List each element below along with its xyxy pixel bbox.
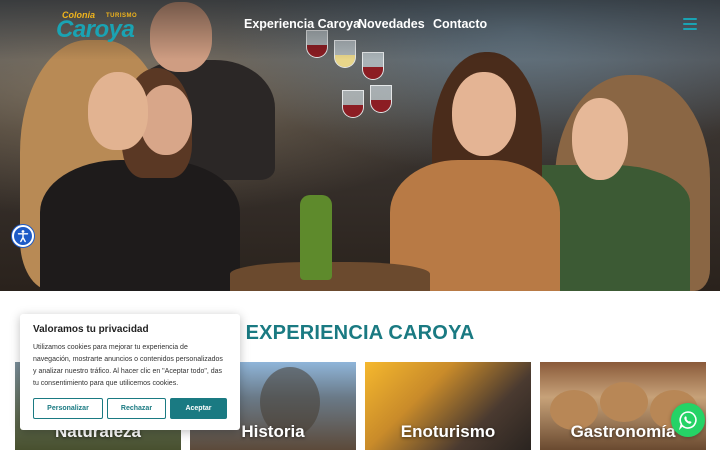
cookie-banner: Valoramos tu privacidad Utilizamos cooki… (20, 314, 240, 430)
whatsapp-icon[interactable] (671, 403, 705, 437)
cookie-buttons: Personalizar Rechazar Aceptar (33, 398, 227, 419)
bread-shape (600, 382, 648, 422)
card-label: Enoturismo (400, 422, 496, 441)
nav-contacto[interactable]: Contacto (433, 17, 487, 31)
main-nav: Experiencia Caroya Novedades Contacto (0, 17, 720, 33)
section-title: EXPERIENCIA CAROYA (245, 322, 475, 344)
nav-novedades[interactable]: Novedades (358, 17, 425, 31)
person-figure (140, 85, 192, 155)
reject-button[interactable]: Rechazar (107, 398, 166, 419)
person-figure (572, 98, 628, 180)
accessibility-icon[interactable] (12, 225, 34, 247)
customize-button[interactable]: Personalizar (33, 398, 103, 419)
person-figure (452, 72, 516, 156)
hamburger-icon[interactable] (683, 18, 697, 30)
person-figure (88, 72, 148, 150)
accept-button[interactable]: Aceptar (170, 398, 227, 419)
cookie-title: Valoramos tu privacidad (33, 324, 149, 335)
person-figure (40, 160, 240, 291)
wine-glass (370, 85, 392, 113)
cookie-text: Utilizamos cookies para mejorar tu exper… (33, 344, 223, 387)
wine-bottle (300, 195, 332, 280)
nav-experiencia-caroya[interactable]: Experiencia Caroya (244, 17, 360, 31)
wine-glass (342, 90, 364, 118)
card-enoturismo[interactable]: Enoturismo (365, 362, 531, 450)
